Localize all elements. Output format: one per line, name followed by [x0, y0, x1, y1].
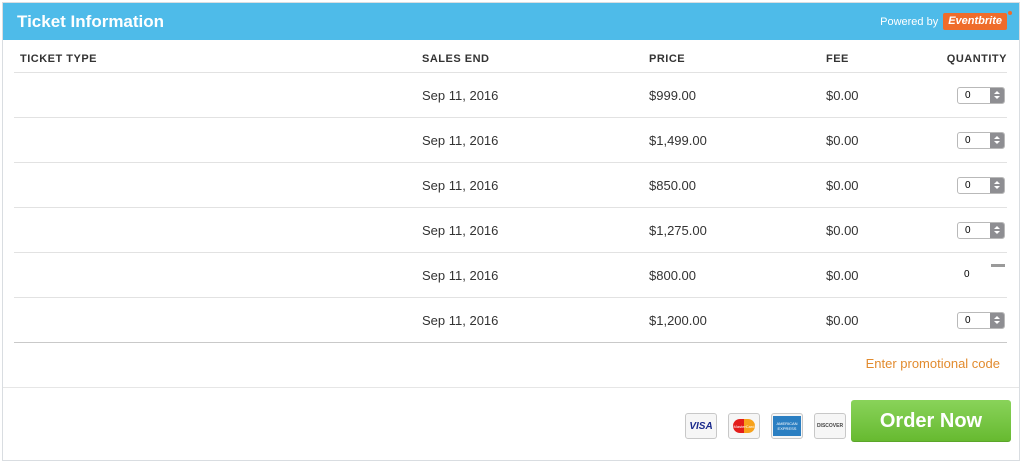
quantity-select[interactable]: 0 [957, 263, 1005, 284]
price-cell: $800.00 [649, 252, 826, 298]
ticket-table: TICKET TYPE SALES END PRICE FEE QUANTITY… [14, 46, 1007, 343]
fee-cell: $0.00 [826, 162, 936, 208]
quantity-select[interactable]: 0 [957, 131, 1005, 149]
table-row: Sep 11, 2016 $850.00 $0.00 0 [14, 162, 1007, 208]
price-cell: $1,200.00 [649, 297, 826, 343]
table-row: Sep 11, 2016 $1,499.00 $0.00 0 [14, 117, 1007, 163]
table-row: Sep 11, 2016 $1,200.00 $0.00 0 [14, 297, 1007, 343]
price-cell: $999.00 [649, 72, 826, 118]
sales-end-cell: Sep 11, 2016 [422, 297, 649, 343]
column-header-fee: FEE [826, 46, 936, 73]
chevron-up-down-icon[interactable] [990, 222, 1004, 238]
discover-card-icon: DISCOVER [814, 413, 846, 439]
chevron-up-down-icon[interactable] [991, 263, 1005, 267]
column-header-price: PRICE [649, 46, 826, 73]
payment-methods: VISA MasterCard AMERICAN EXPRESS DISCOVE… [685, 413, 857, 439]
table-row: Sep 11, 2016 $1,275.00 $0.00 0 [14, 207, 1007, 253]
quantity-cell: 0 [936, 252, 1007, 298]
powered-by: Powered by Eventbrite [880, 11, 1012, 30]
sales-end-cell: Sep 11, 2016 [422, 162, 649, 208]
column-header-sales-end: SALES END [422, 46, 649, 73]
price-cell: $1,275.00 [649, 207, 826, 253]
price-cell: $850.00 [649, 162, 826, 208]
quantity-select[interactable]: 0 [957, 176, 1005, 194]
ticket-type-cell [14, 297, 422, 343]
column-header-quantity: QUANTITY [936, 46, 1007, 73]
quantity-value: 0 [965, 314, 971, 326]
ticket-widget: Ticket Information Powered by Eventbrite… [2, 2, 1020, 461]
quantity-value: 0 [965, 224, 971, 236]
quantity-cell: 0 [936, 207, 1007, 253]
quantity-value: 0 [965, 179, 971, 191]
sales-end-cell: Sep 11, 2016 [422, 72, 649, 118]
ticket-type-cell [14, 207, 422, 253]
quantity-cell: 0 [936, 72, 1007, 118]
sales-end-cell: Sep 11, 2016 [422, 252, 649, 298]
quantity-cell: 0 [936, 297, 1007, 343]
fee-cell: $0.00 [826, 72, 936, 118]
promo-code-link[interactable]: Enter promotional code [866, 356, 1000, 371]
fee-cell: $0.00 [826, 297, 936, 343]
order-now-button[interactable]: Order Now [851, 400, 1011, 442]
widget-title: Ticket Information [17, 12, 165, 31]
widget-header: Ticket Information Powered by Eventbrite [3, 3, 1019, 40]
quantity-value: 0 [965, 134, 971, 146]
chevron-up-down-icon[interactable] [990, 87, 1004, 103]
visa-card-icon: VISA [685, 413, 717, 439]
mastercard-icon: MasterCard [728, 413, 760, 439]
widget-footer: VISA MasterCard AMERICAN EXPRESS DISCOVE… [3, 387, 1019, 460]
table-header-row: TICKET TYPE SALES END PRICE FEE QUANTITY [14, 46, 1007, 73]
chevron-up-down-icon[interactable] [990, 177, 1004, 193]
fee-cell: $0.00 [826, 117, 936, 163]
ticket-type-cell [14, 117, 422, 163]
ticket-type-cell [14, 162, 422, 208]
price-cell: $1,499.00 [649, 117, 826, 163]
quantity-select[interactable]: 0 [957, 221, 1005, 239]
quantity-select[interactable]: 0 [957, 86, 1005, 104]
column-header-ticket-type: TICKET TYPE [14, 46, 422, 73]
chevron-up-down-icon[interactable] [990, 132, 1004, 148]
fee-cell: $0.00 [826, 207, 936, 253]
sales-end-cell: Sep 11, 2016 [422, 207, 649, 253]
amex-card-icon: AMERICAN EXPRESS [771, 413, 803, 439]
ticket-type-cell [14, 72, 422, 118]
quantity-value: 0 [965, 89, 971, 101]
quantity-cell: 0 [936, 117, 1007, 163]
sales-end-cell: Sep 11, 2016 [422, 117, 649, 163]
table-row: Sep 11, 2016 $800.00 $0.00 0 [14, 252, 1007, 298]
quantity-select[interactable]: 0 [957, 311, 1005, 329]
fee-cell: $0.00 [826, 252, 936, 298]
chevron-up-down-icon[interactable] [990, 312, 1004, 328]
powered-by-text: Powered by [880, 15, 939, 28]
quantity-cell: 0 [936, 162, 1007, 208]
quantity-value: 0 [964, 268, 970, 280]
eventbrite-logo[interactable]: Eventbrite [943, 11, 1012, 30]
ticket-type-cell [14, 252, 422, 298]
table-row: Sep 11, 2016 $999.00 $0.00 0 [14, 72, 1007, 118]
